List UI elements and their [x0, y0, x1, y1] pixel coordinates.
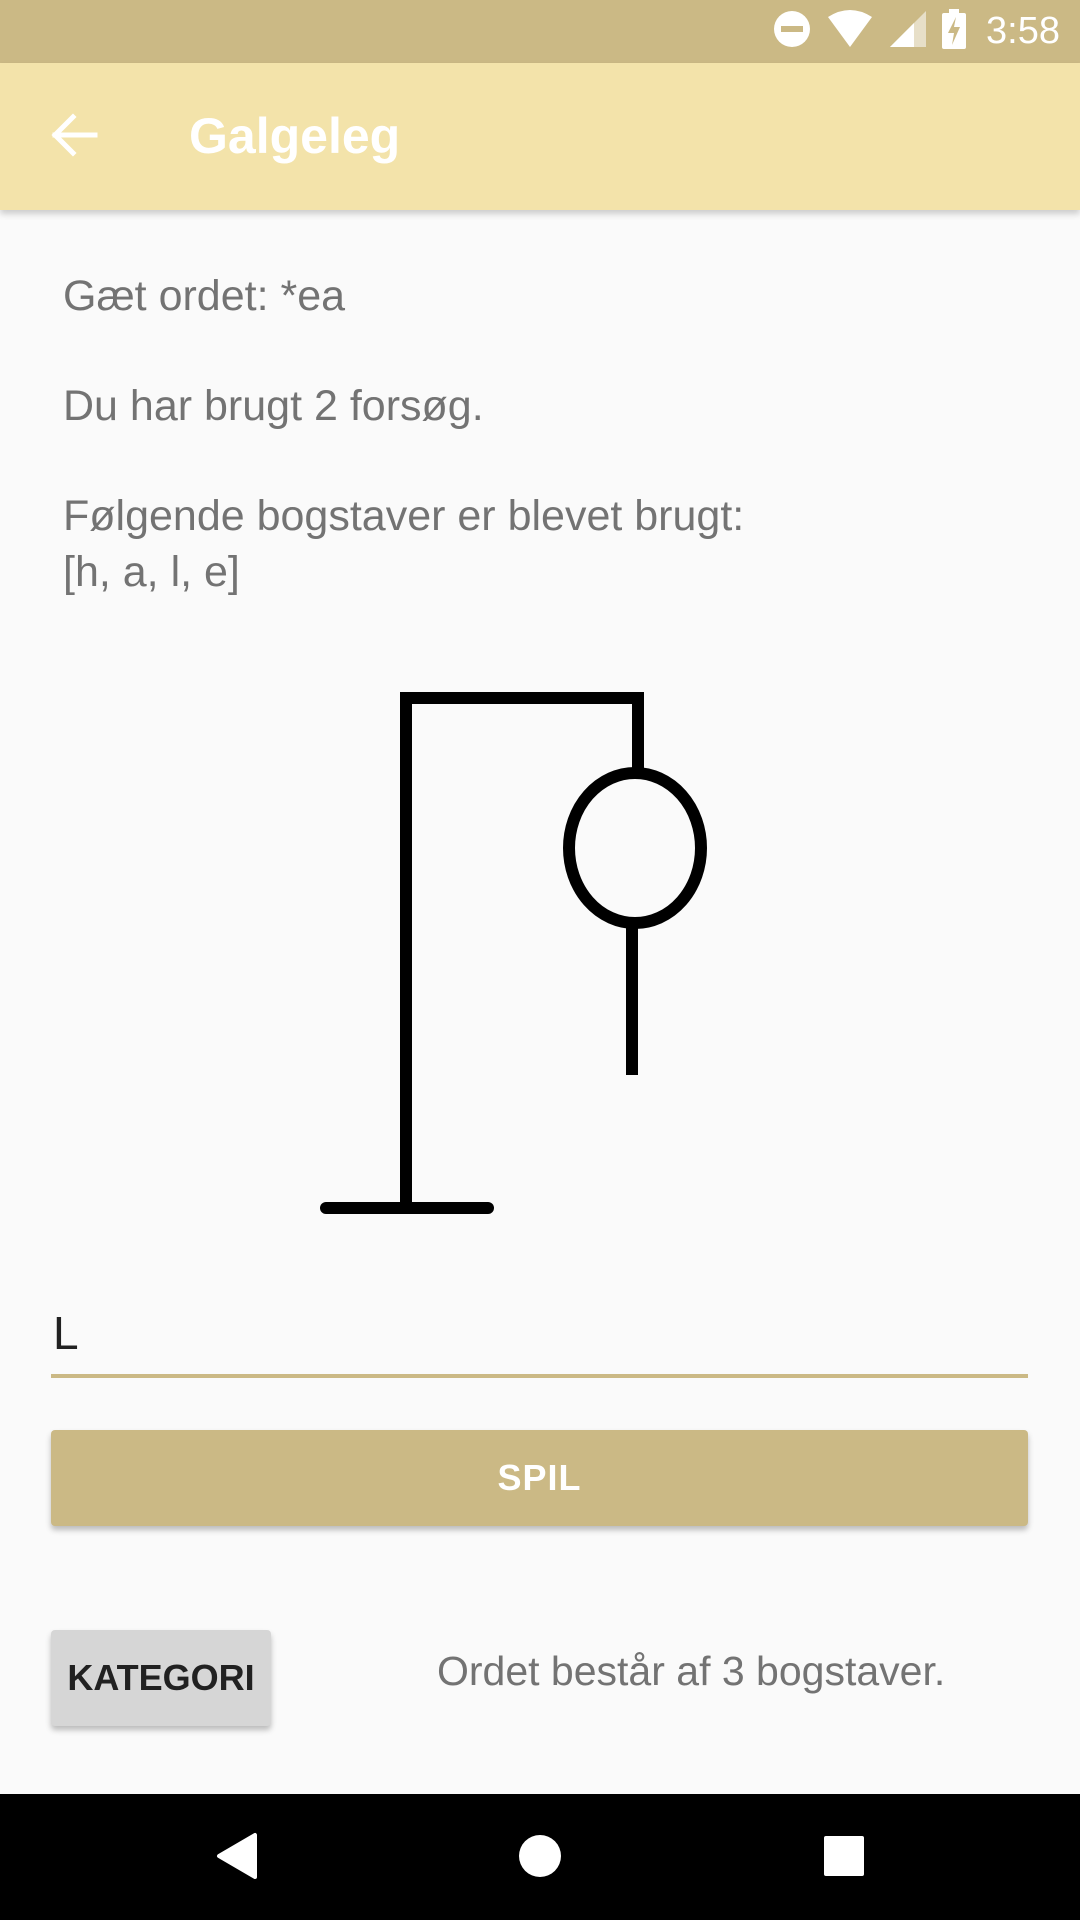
- back-button[interactable]: [34, 103, 114, 171]
- category-button[interactable]: KATEGORI: [51, 1630, 271, 1726]
- app-bar: Galgeleg: [0, 63, 1080, 210]
- navigation-bar: [0, 1794, 1080, 1920]
- do-not-disturb-icon: [772, 9, 812, 54]
- cell-signal-icon: [888, 9, 928, 54]
- nav-back-button[interactable]: [200, 1822, 272, 1894]
- attempts-text: Du har brugt 2 forsøg.: [63, 382, 484, 430]
- used-letters-value: [h, a, l, e]: [63, 548, 240, 596]
- battery-charging-icon: [942, 9, 967, 54]
- status-icons: 3:58: [772, 0, 1060, 63]
- word-length-text: Ordet består af 3 bogstaver.: [437, 1648, 946, 1694]
- arrow-back-icon: [49, 112, 99, 162]
- guess-word-text: Gæt ordet: *ea: [63, 272, 346, 320]
- status-time: 3:58: [986, 10, 1060, 52]
- triangle-back-icon: [213, 1831, 259, 1886]
- status-bar: 3:58: [0, 0, 1080, 63]
- page-title: Galgeleg: [189, 108, 401, 164]
- hangman-drawing: [310, 680, 730, 1225]
- square-recents-icon: [823, 1835, 865, 1882]
- play-button[interactable]: SPIL: [51, 1430, 1028, 1526]
- circle-home-icon: [517, 1833, 563, 1884]
- used-letters-label: Følgende bogstaver er blevet brugt:: [63, 492, 745, 540]
- nav-recents-button[interactable]: [808, 1822, 880, 1894]
- letter-input[interactable]: [51, 1300, 1028, 1378]
- nav-home-button[interactable]: [504, 1822, 576, 1894]
- wifi-icon: [826, 9, 874, 54]
